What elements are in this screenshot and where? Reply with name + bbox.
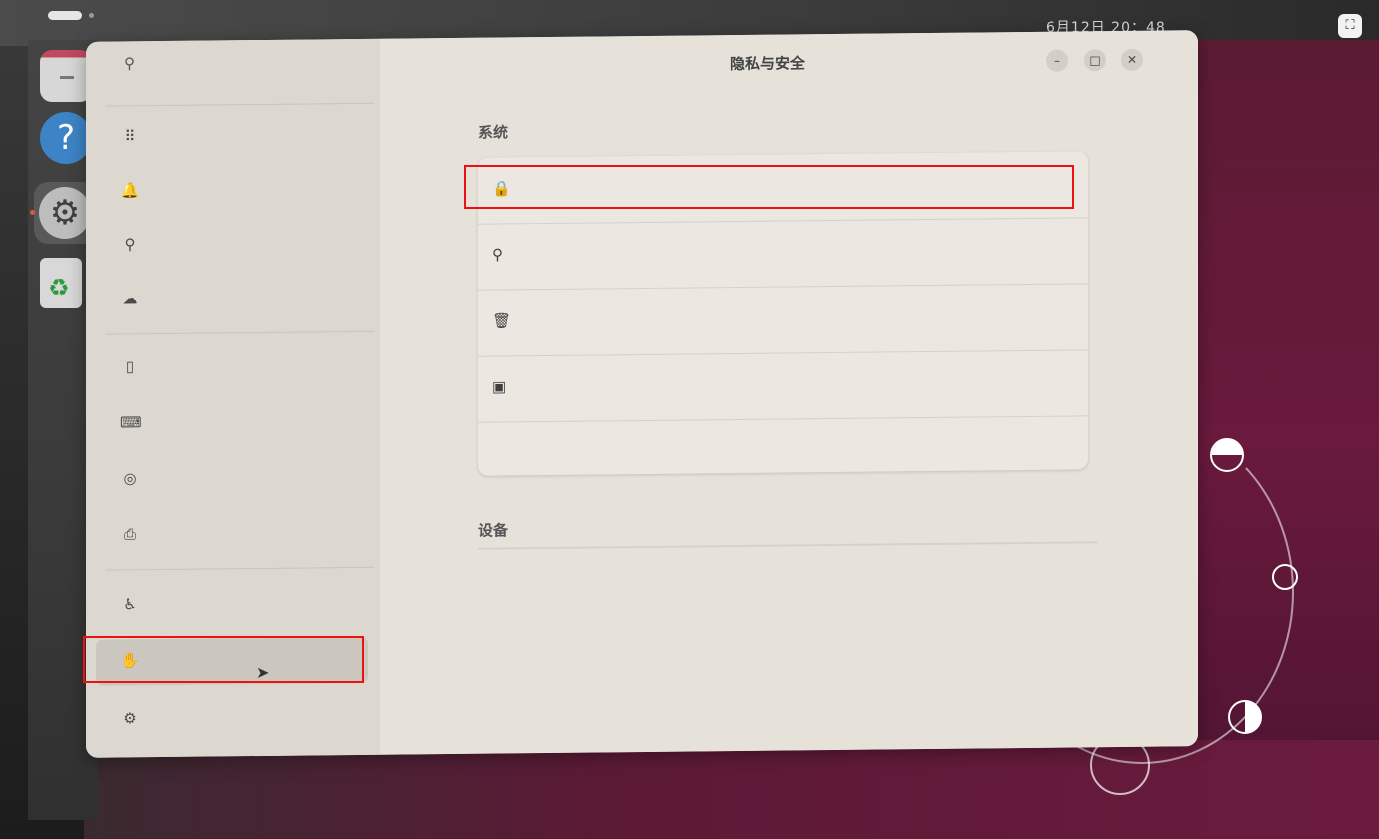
moon-icon xyxy=(1210,438,1244,472)
moon-icon xyxy=(1228,700,1262,734)
divider xyxy=(106,330,374,335)
sidebar-item-printers[interactable]: ⎙ xyxy=(96,511,368,556)
gear-icon: ⚙ xyxy=(123,709,137,728)
ring-icon xyxy=(1272,564,1298,590)
camera-icon: ▣ xyxy=(492,377,507,396)
sidebar-item-system[interactable]: ⚙ xyxy=(96,695,368,740)
highlight-box xyxy=(464,165,1074,209)
main-content: 隐私与安全 – □ ✕ 系统 🔒 ⚲ 🗑 ▣ 设备 xyxy=(380,30,1198,755)
sidebar-item-accessibility[interactable]: ♿ xyxy=(96,581,368,626)
running-indicator xyxy=(30,210,35,215)
sidebar-item-color[interactable]: ◎ xyxy=(96,455,368,500)
highlight-box xyxy=(83,636,364,683)
printer-icon: ⎙ xyxy=(123,525,136,544)
cloud-icon: ☁ xyxy=(122,289,138,308)
row-empty xyxy=(478,415,1088,487)
help-icon[interactable]: ? xyxy=(40,112,92,164)
mouse-icon: ▯ xyxy=(125,357,135,376)
location-icon: ⚲ xyxy=(492,245,503,264)
workspace-dot xyxy=(89,13,94,18)
row-camera[interactable]: ▣ xyxy=(478,349,1088,423)
sidebar-item-apps[interactable]: ⠿ xyxy=(96,113,368,158)
files-icon[interactable] xyxy=(40,50,92,102)
minimize-button[interactable]: – xyxy=(1046,49,1068,72)
sidebar-item-mouse[interactable]: ▯ xyxy=(96,343,368,388)
divider xyxy=(106,566,374,571)
search-icon: ⚲ xyxy=(124,235,136,254)
activities-indicator[interactable] xyxy=(48,11,82,20)
row-location[interactable]: ⚲ xyxy=(478,217,1088,291)
apps-icon: ⠿ xyxy=(124,127,136,146)
row-file-history-trash[interactable]: 🗑 xyxy=(478,283,1088,357)
sidebar-header: ⚲ xyxy=(86,39,380,90)
sidebar-item-online-accounts[interactable]: ☁ xyxy=(96,275,368,320)
sidebar-item-keyboard[interactable]: ⌨ xyxy=(96,399,368,444)
sidebar-item-notifications[interactable]: 🔔 xyxy=(96,167,368,212)
maximize-button[interactable]: □ xyxy=(1084,49,1106,72)
color-icon: ◎ xyxy=(123,469,137,488)
section-devices-label: 设备 xyxy=(478,521,509,540)
sidebar-item-search[interactable]: ⚲ xyxy=(96,221,368,266)
section-system-label: 系统 xyxy=(478,123,509,142)
divider xyxy=(106,102,374,107)
accessibility-icon: ♿ xyxy=(123,595,137,614)
trash-file-icon: 🗑 xyxy=(492,311,512,330)
bell-icon: 🔔 xyxy=(120,181,140,200)
window-title: 隐私与安全 xyxy=(730,54,806,74)
keyboard-icon: ⌨ xyxy=(120,413,142,432)
trash-icon[interactable]: ♻ xyxy=(40,258,82,308)
screenshot-icon[interactable]: ⛶ xyxy=(1338,14,1362,38)
divider xyxy=(478,541,1098,550)
search-icon[interactable]: ⚲ xyxy=(124,54,144,74)
close-button[interactable]: ✕ xyxy=(1121,48,1143,71)
